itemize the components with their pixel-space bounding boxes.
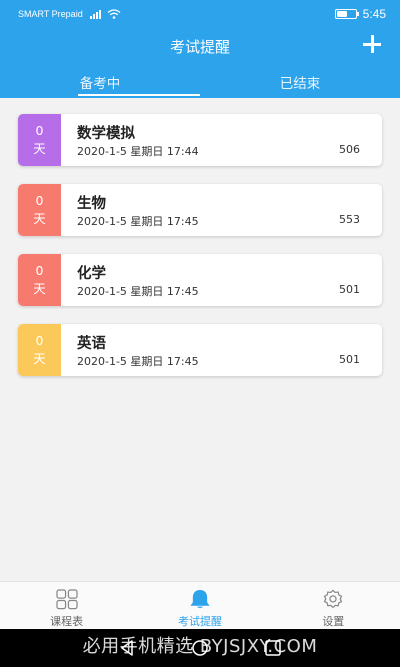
grid-icon xyxy=(56,589,78,610)
status-bar: SMART Prepaid 5:45 xyxy=(0,0,400,28)
days-unit: 天 xyxy=(33,351,46,366)
nav-schedule[interactable]: 课程表 xyxy=(0,582,133,629)
exam-datetime: 2020-1-5 星期日 17:45 xyxy=(77,215,199,228)
days-unit: 天 xyxy=(33,281,46,296)
battery-icon xyxy=(334,9,359,19)
days-remaining-badge: 0 天 xyxy=(18,254,61,306)
exam-name: 化学 xyxy=(77,266,106,282)
days-remaining-badge: 0 天 xyxy=(18,324,61,376)
exam-room: 501 xyxy=(339,353,360,366)
page-title: 考试提醒 xyxy=(169,38,230,56)
exam-datetime: 2020-1-5 星期日 17:44 xyxy=(77,145,199,158)
nav-settings[interactable]: 设置 xyxy=(267,582,400,629)
tab-bar: 备考中 已结束 xyxy=(0,68,400,98)
days-value: 0 xyxy=(35,333,44,348)
clock: 5:45 xyxy=(362,7,386,21)
days-value: 0 xyxy=(35,263,44,278)
wifi-icon xyxy=(107,9,121,19)
exam-card-english[interactable]: 0 天 英语 2020-1-5 星期日 17:45 501 xyxy=(18,324,382,376)
nav-label: 课程表 xyxy=(50,615,84,628)
carrier-label: SMART Prepaid xyxy=(18,9,83,19)
exam-datetime: 2020-1-5 星期日 17:45 xyxy=(77,355,199,368)
exam-room: 553 xyxy=(339,213,360,226)
days-value: 0 xyxy=(35,123,44,138)
exam-room: 506 xyxy=(339,143,360,156)
exam-name: 英语 xyxy=(77,336,106,352)
days-unit: 天 xyxy=(33,141,46,156)
add-exam-button[interactable] xyxy=(360,32,384,56)
exam-room: 501 xyxy=(339,283,360,296)
signal-icon xyxy=(89,9,101,19)
back-icon[interactable] xyxy=(117,638,137,658)
home-icon[interactable] xyxy=(190,638,210,658)
tab-finished[interactable]: 已结束 xyxy=(200,68,400,98)
exam-name: 生物 xyxy=(77,196,106,212)
nav-label: 设置 xyxy=(322,615,345,628)
bell-icon xyxy=(190,589,210,609)
days-unit: 天 xyxy=(33,211,46,226)
system-nav-bar xyxy=(0,629,400,667)
exam-card-chemistry[interactable]: 0 天 化学 2020-1-5 星期日 17:45 501 xyxy=(18,254,382,306)
tab-preparing[interactable]: 备考中 xyxy=(0,68,200,98)
nav-exam-reminder[interactable]: 考试提醒 xyxy=(133,582,266,629)
app-header: 考试提醒 备考中 已结束 xyxy=(0,28,400,98)
exam-card-math[interactable]: 0 天 数学模拟 2020-1-5 星期日 17:44 506 xyxy=(18,114,382,166)
exam-datetime: 2020-1-5 星期日 17:45 xyxy=(77,285,199,298)
exam-card-biology[interactable]: 0 天 生物 2020-1-5 星期日 17:45 553 xyxy=(18,184,382,236)
days-value: 0 xyxy=(35,193,44,208)
recents-icon[interactable] xyxy=(263,638,283,658)
days-remaining-badge: 0 天 xyxy=(18,184,61,236)
gear-icon xyxy=(324,589,343,609)
exam-list: 0 天 数学模拟 2020-1-5 星期日 17:44 506 0 天 生物 2… xyxy=(18,114,382,394)
days-remaining-badge: 0 天 xyxy=(18,114,61,166)
exam-name: 数学模拟 xyxy=(77,126,135,142)
bottom-nav: 课程表 考试提醒 设置 xyxy=(0,581,400,629)
nav-label: 考试提醒 xyxy=(177,615,222,628)
